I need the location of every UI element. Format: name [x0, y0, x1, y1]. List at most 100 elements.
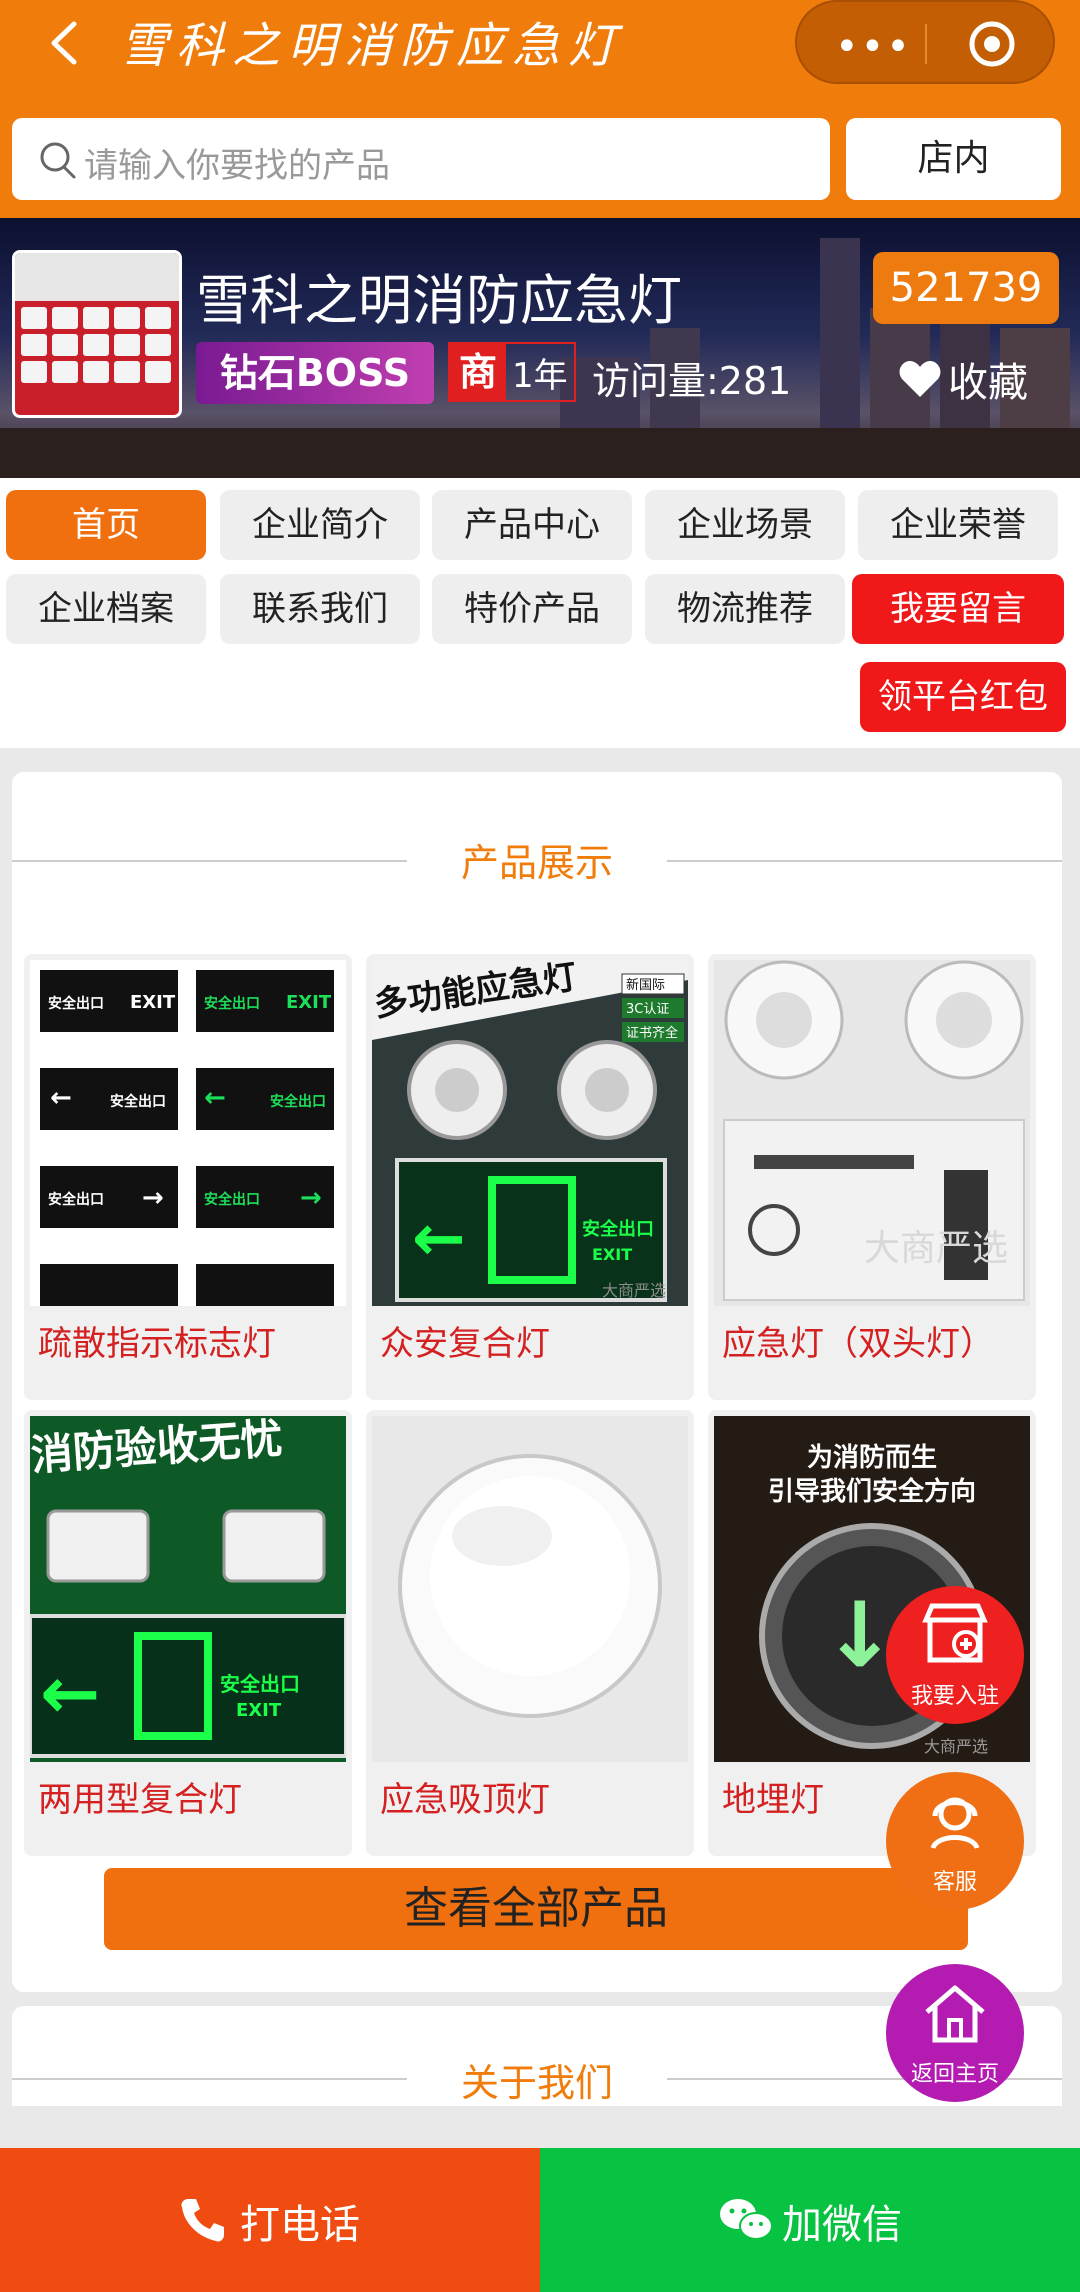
svg-text:←: ← — [40, 1651, 100, 1735]
svg-text:安全出口: 安全出口 — [204, 1191, 260, 1208]
svg-text:大商严选: 大商严选 — [602, 1281, 666, 1300]
svg-text:←: ← — [50, 1083, 72, 1113]
nav-company-intro[interactable]: 企业简介 — [220, 490, 420, 560]
search-input[interactable]: 请输入你要找的产品 — [12, 118, 830, 200]
dual-use-light-image: 消防验收无忧 ← 安全出口 EXIT — [30, 1416, 346, 1762]
svg-text:安全出口: 安全出口 — [220, 1672, 300, 1696]
join-floating-button[interactable]: 我要入驻 — [886, 1586, 1024, 1724]
diamond-boss-badge: 钻石BOSS — [196, 342, 434, 404]
svg-text:→: → — [300, 1183, 322, 1213]
svg-text:→: → — [142, 1183, 164, 1213]
svg-text:EXIT: EXIT — [236, 1700, 282, 1721]
nav-leave-message[interactable]: 我要留言 — [852, 574, 1064, 644]
favorite-button[interactable]: 收藏 — [898, 350, 1028, 408]
product-name: 地埋灯 — [722, 1780, 824, 1820]
merchant-years: 1年 — [512, 355, 568, 396]
service-label: 客服 — [932, 1870, 977, 1895]
svg-text:大商严选: 大商严选 — [924, 1737, 988, 1756]
customer-service-button[interactable]: 客服 — [886, 1772, 1024, 1910]
nav-contact-us[interactable]: 联系我们 — [220, 574, 420, 644]
add-wechat-button[interactable]: 加微信 — [540, 2148, 1080, 2292]
nav-product-center[interactable]: 产品中心 — [432, 490, 632, 560]
svg-text:EXIT: EXIT — [592, 1245, 632, 1264]
heart-icon — [899, 361, 941, 397]
shop-id-badge: 521739 — [873, 252, 1059, 324]
exit-signs-image: 安全出口 EXIT 安全出口 EXIT ← 安全出口 ← 安全出口 安全出口 → 安全出口… — [40, 970, 334, 1306]
divider-right — [667, 860, 1062, 862]
join-label: 我要入驻 — [910, 1684, 999, 1709]
product-card[interactable]: 应急吸顶灯 — [366, 1410, 694, 1856]
svg-text:安全出口: 安全出口 — [48, 1191, 104, 1208]
call-label: 打电话 — [240, 2202, 360, 2248]
wechat-label: 加微信 — [782, 2202, 902, 2248]
svg-text:安全出口: 安全出口 — [48, 995, 104, 1012]
divider-left — [12, 2078, 407, 2080]
svg-text:证书齐全: 证书齐全 — [626, 1025, 678, 1041]
bottom-action-bar: 打电话 加微信 — [0, 2148, 1080, 2292]
shop-logo[interactable] — [12, 250, 182, 418]
shop-plus-icon — [922, 1603, 988, 1663]
double-head-light-image: 大商严选 — [723, 960, 1025, 1301]
ceiling-light-image — [398, 1454, 662, 1718]
nav-logistics[interactable]: 物流推荐 — [645, 574, 845, 644]
svg-text:安全出口: 安全出口 — [204, 995, 260, 1012]
visit-count: 访问量:281 — [592, 359, 792, 403]
shop-nav: 首页 企业简介 产品中心 企业场景 企业荣誉 企业档案 联系我们 特价产品 物流… — [0, 478, 1080, 748]
product-card[interactable]: 多功能应急灯 新国际 3C认证 证书齐全 ← 安全出口 EXIT 大商严选 众安… — [366, 954, 694, 1400]
nav-special-products[interactable]: 特价产品 — [432, 574, 632, 644]
back-arrow-icon[interactable] — [44, 18, 88, 68]
product-image: 多功能应急灯 新国际 3C认证 证书齐全 ← 安全出口 EXIT 大商严选 — [372, 960, 688, 1306]
red-packet-button[interactable]: 领平台红包 — [860, 662, 1066, 732]
product-card[interactable]: 安全出口 EXIT 安全出口 EXIT ← 安全出口 ← 安全出口 安全出口 → 安全出口… — [24, 954, 352, 1400]
more-icon[interactable]: ••• — [835, 24, 912, 70]
home-label: 返回主页 — [910, 2062, 999, 2087]
divider-left — [12, 860, 407, 862]
search-placeholder: 请输入你要找的产品 — [84, 146, 390, 186]
combo-light-image: 多功能应急灯 新国际 3C认证 证书齐全 ← 安全出口 EXIT 大商严选 — [372, 960, 688, 1302]
svg-text:安全出口: 安全出口 — [110, 1093, 166, 1110]
call-button[interactable]: 打电话 — [0, 2148, 540, 2292]
logo-product-grid — [15, 301, 179, 389]
top-bar: 雪科之明消防应急灯 ••• 请输入你要找的产品 店内 — [0, 0, 1080, 218]
page-title: 雪科之明消防应急灯 — [120, 18, 625, 74]
section-title-about: 关于我们 — [460, 2061, 613, 2105]
svg-text:EXIT: EXIT — [130, 992, 176, 1013]
product-name: 应急灯（双头灯） — [722, 1324, 994, 1364]
shop-name: 雪科之明消防应急灯 — [196, 269, 682, 332]
headset-icon — [930, 1797, 980, 1850]
product-card[interactable]: 消防验收无忧 ← 安全出口 EXIT 两用型复合灯 — [24, 1410, 352, 1856]
product-image: 大商严选 — [714, 960, 1030, 1306]
store-search-button[interactable]: 店内 — [846, 118, 1061, 200]
svg-text:引导我们安全方向: 引导我们安全方向 — [768, 1476, 976, 1507]
search-icon — [40, 142, 76, 179]
product-image: 消防验收无忧 ← 安全出口 EXIT — [30, 1416, 346, 1762]
section-title-products: 产品展示 — [460, 841, 613, 885]
phone-icon — [181, 2199, 224, 2242]
view-all-products-button[interactable]: 查看全部产品 — [104, 1868, 968, 1950]
product-name: 两用型复合灯 — [38, 1780, 242, 1820]
product-image — [372, 1416, 688, 1762]
nav-company-honors[interactable]: 企业荣誉 — [858, 490, 1058, 560]
svg-text:新国际: 新国际 — [626, 977, 665, 993]
svg-text:←: ← — [204, 1083, 226, 1113]
svg-text:←: ← — [412, 1202, 466, 1276]
svg-text:为消防而生: 为消防而生 — [807, 1443, 937, 1473]
svg-text:大商严选: 大商严选 — [864, 1228, 1008, 1269]
svg-text:安全出口: 安全出口 — [582, 1218, 654, 1240]
miniprogram-capsule: ••• — [795, 0, 1055, 84]
skyline-decoration — [0, 428, 1080, 478]
nav-home[interactable]: 首页 — [6, 490, 206, 560]
close-miniprogram-icon[interactable] — [967, 19, 1017, 69]
product-card[interactable]: 大商严选 应急灯（双头灯） — [708, 954, 1036, 1400]
favorite-label: 收藏 — [948, 360, 1028, 406]
nav-company-archive[interactable]: 企业档案 — [6, 574, 206, 644]
merchant-years-badge: 商 1年 — [448, 342, 576, 402]
product-image: 安全出口 EXIT 安全出口 EXIT ← 安全出口 ← 安全出口 安全出口 → 安全出口… — [30, 960, 346, 1306]
svg-text:↓: ↓ — [822, 1583, 897, 1688]
merchant-mark: 商 — [450, 344, 506, 400]
product-name: 疏散指示标志灯 — [38, 1324, 276, 1364]
nav-company-scenes[interactable]: 企业场景 — [645, 490, 845, 560]
back-home-button[interactable]: 返回主页 — [886, 1964, 1024, 2102]
home-icon — [925, 1985, 985, 2043]
svg-text:3C认证: 3C认证 — [626, 1002, 669, 1017]
